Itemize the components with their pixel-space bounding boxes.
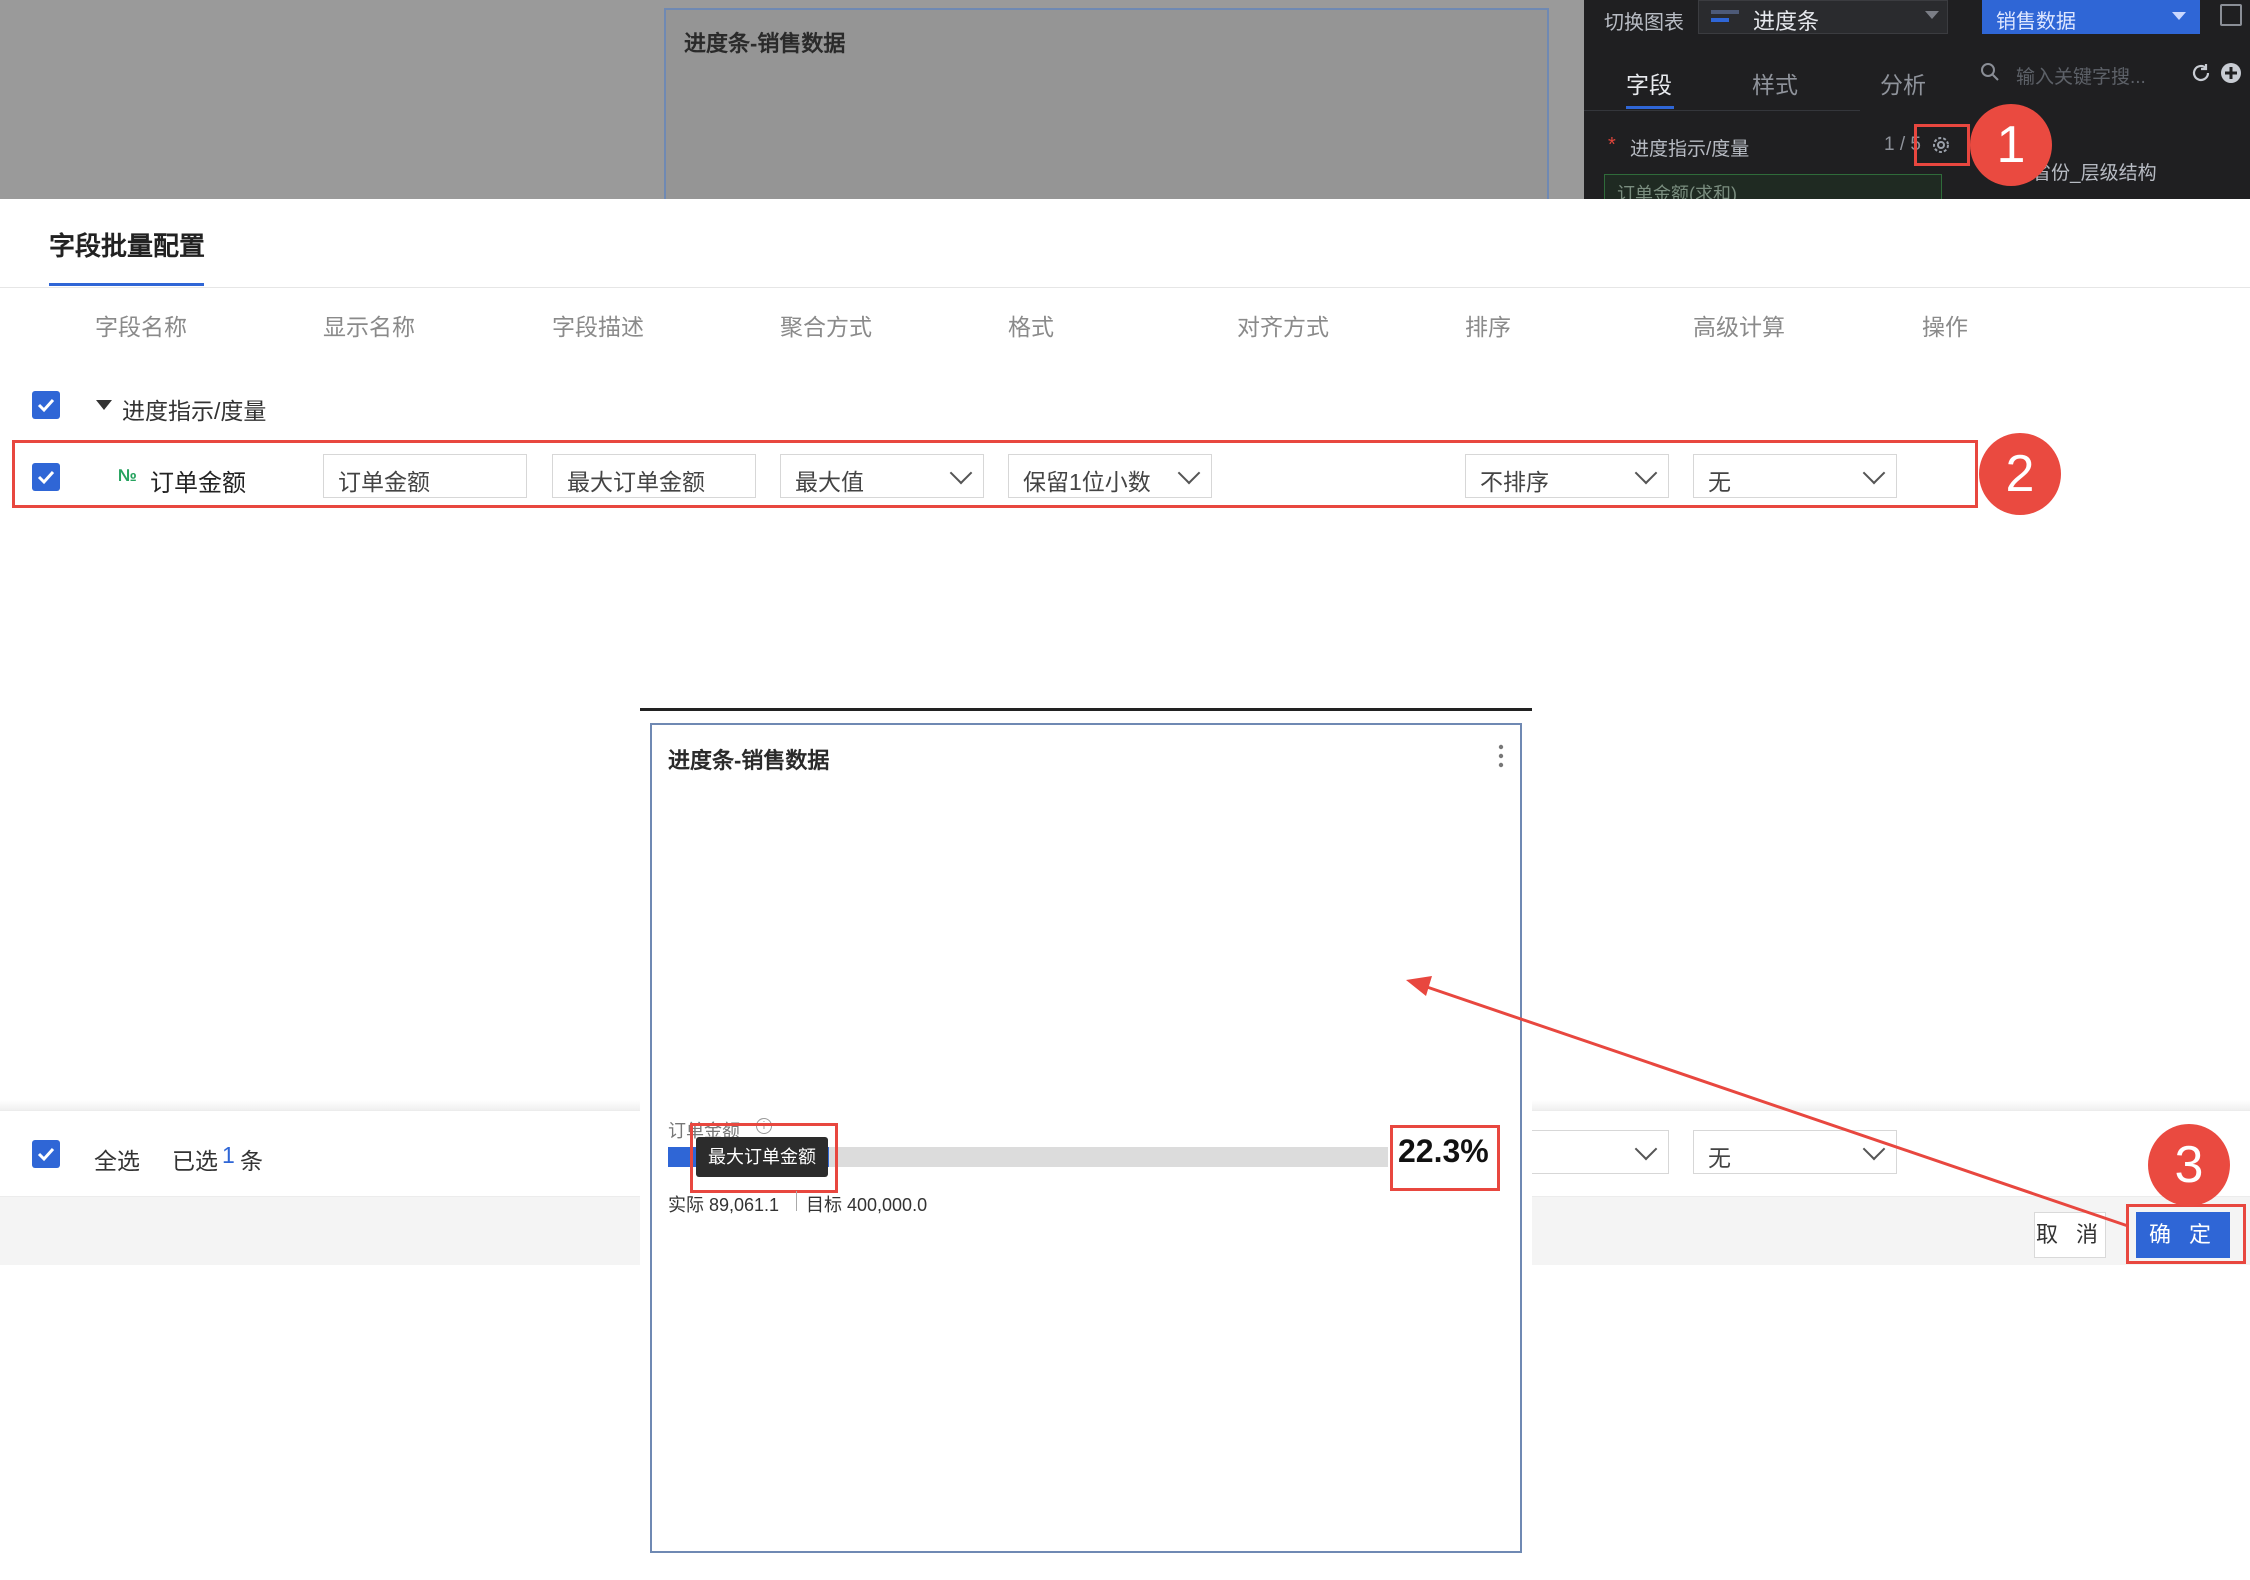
dataset-search-input[interactable]: 输入关键字搜... <box>2016 62 2146 89</box>
selected-count: 1 <box>222 1142 235 1168</box>
separator <box>796 1191 797 1211</box>
panel-title[interactable]: 字段批量配置 <box>49 226 205 263</box>
batch-advanced-calc-select[interactable]: 无 <box>1693 1130 1897 1174</box>
select-all-label: 全选 <box>94 1148 140 1174</box>
column-header-advanced-calc: 高级计算 <box>1693 314 1785 340</box>
chart-preview-overlay: 进度条-销售数据 订单金额 i 最大订单金额 22.3% 实际 89,061.1… <box>640 708 1532 1570</box>
column-header-display-name: 显示名称 <box>323 314 415 340</box>
batch-advanced-calc-value: 无 <box>1708 1145 1731 1171</box>
editor-background: 进度条-销售数据 切换图表 进度条 销售数据 字段 样式 分析 * 进度指示/度… <box>0 0 2250 199</box>
column-header-actions: 操作 <box>1922 314 1968 340</box>
divider <box>0 287 2250 288</box>
tab-style[interactable]: 样式 <box>1752 66 1798 100</box>
caret-down-icon <box>2172 12 2186 20</box>
column-header-description: 字段描述 <box>552 314 644 340</box>
highlight-tooltip-box <box>690 1123 838 1193</box>
refresh-icon[interactable] <box>2190 62 2212 84</box>
chart-title: 进度条-销售数据 <box>668 748 830 773</box>
progress-chart-card: 进度条-销售数据 订单金额 i 最大订单金额 22.3% 实际 89,061.1… <box>650 723 1522 1553</box>
tab-analysis[interactable]: 分析 <box>1880 66 1926 100</box>
check-icon <box>37 398 55 413</box>
selected-prefix: 已选 <box>172 1148 218 1174</box>
group-label: 进度指示/度量 <box>122 398 267 424</box>
chevron-down-icon <box>1634 1137 1658 1161</box>
field-chip-label: 订单金额(求和) <box>1617 184 1737 199</box>
required-asterisk: * <box>1608 134 1616 156</box>
chevron-down-icon <box>1862 1137 1886 1161</box>
dimension-tree-item[interactable]: 省份_层级结构 <box>2032 158 2157 185</box>
column-header-aggregation: 聚合方式 <box>780 314 872 340</box>
step-badge-1: 1 <box>1970 104 2052 186</box>
chart-type-select[interactable]: 进度条 <box>1698 0 1948 34</box>
group-checkbox[interactable] <box>32 391 60 419</box>
canvas-chart-card: 进度条-销售数据 <box>664 8 1549 199</box>
highlight-gear-box <box>1914 124 1970 166</box>
canvas-chart-title: 进度条-销售数据 <box>684 31 846 56</box>
measure-field-chip[interactable]: 订单金额(求和) <box>1604 174 1942 199</box>
chart-config-panel: 切换图表 进度条 销售数据 字段 样式 分析 * 进度指示/度量 1 / 5 订… <box>1584 0 2250 199</box>
cancel-button[interactable]: 取 消 <box>2034 1212 2106 1258</box>
step-badge-3: 3 <box>2148 1124 2230 1206</box>
column-header-sort: 排序 <box>1465 314 1511 340</box>
collapse-caret-icon[interactable] <box>96 400 112 410</box>
highlight-percentage-box <box>1390 1125 1500 1191</box>
dataset-value: 销售数据 <box>1996 11 2076 33</box>
selected-suffix: 条 <box>240 1148 263 1174</box>
target-value: 目标 400,000.0 <box>806 1195 928 1215</box>
search-icon <box>1981 63 1999 81</box>
chart-type-value: 进度条 <box>1753 9 1820 34</box>
switch-chart-label: 切换图表 <box>1604 12 1684 34</box>
tab-field[interactable]: 字段 <box>1626 66 1672 100</box>
select-all-checkbox[interactable] <box>32 1140 60 1168</box>
add-icon[interactable] <box>2220 62 2242 84</box>
column-header-field-name: 字段名称 <box>95 314 187 340</box>
dataset-select[interactable]: 销售数据 <box>1982 0 2200 34</box>
highlight-confirm-box <box>2126 1204 2246 1264</box>
measure-section-label: 进度指示/度量 <box>1630 139 1750 160</box>
column-header-format: 格式 <box>1008 314 1054 340</box>
column-header-alignment: 对齐方式 <box>1237 314 1329 340</box>
highlight-row-box <box>12 440 1978 508</box>
actual-value: 实际 89,061.1 <box>668 1195 780 1215</box>
progress-chart-icon <box>1711 10 1739 22</box>
check-icon <box>37 1147 55 1162</box>
more-vertical-icon[interactable] <box>1498 743 1504 769</box>
active-tab-indicator <box>49 283 204 286</box>
edit-icon[interactable] <box>2220 4 2242 26</box>
active-tab-indicator <box>1626 106 1674 109</box>
caret-down-icon <box>1925 11 1939 19</box>
step-badge-2: 2 <box>1979 433 2061 515</box>
divider <box>1584 110 1860 111</box>
